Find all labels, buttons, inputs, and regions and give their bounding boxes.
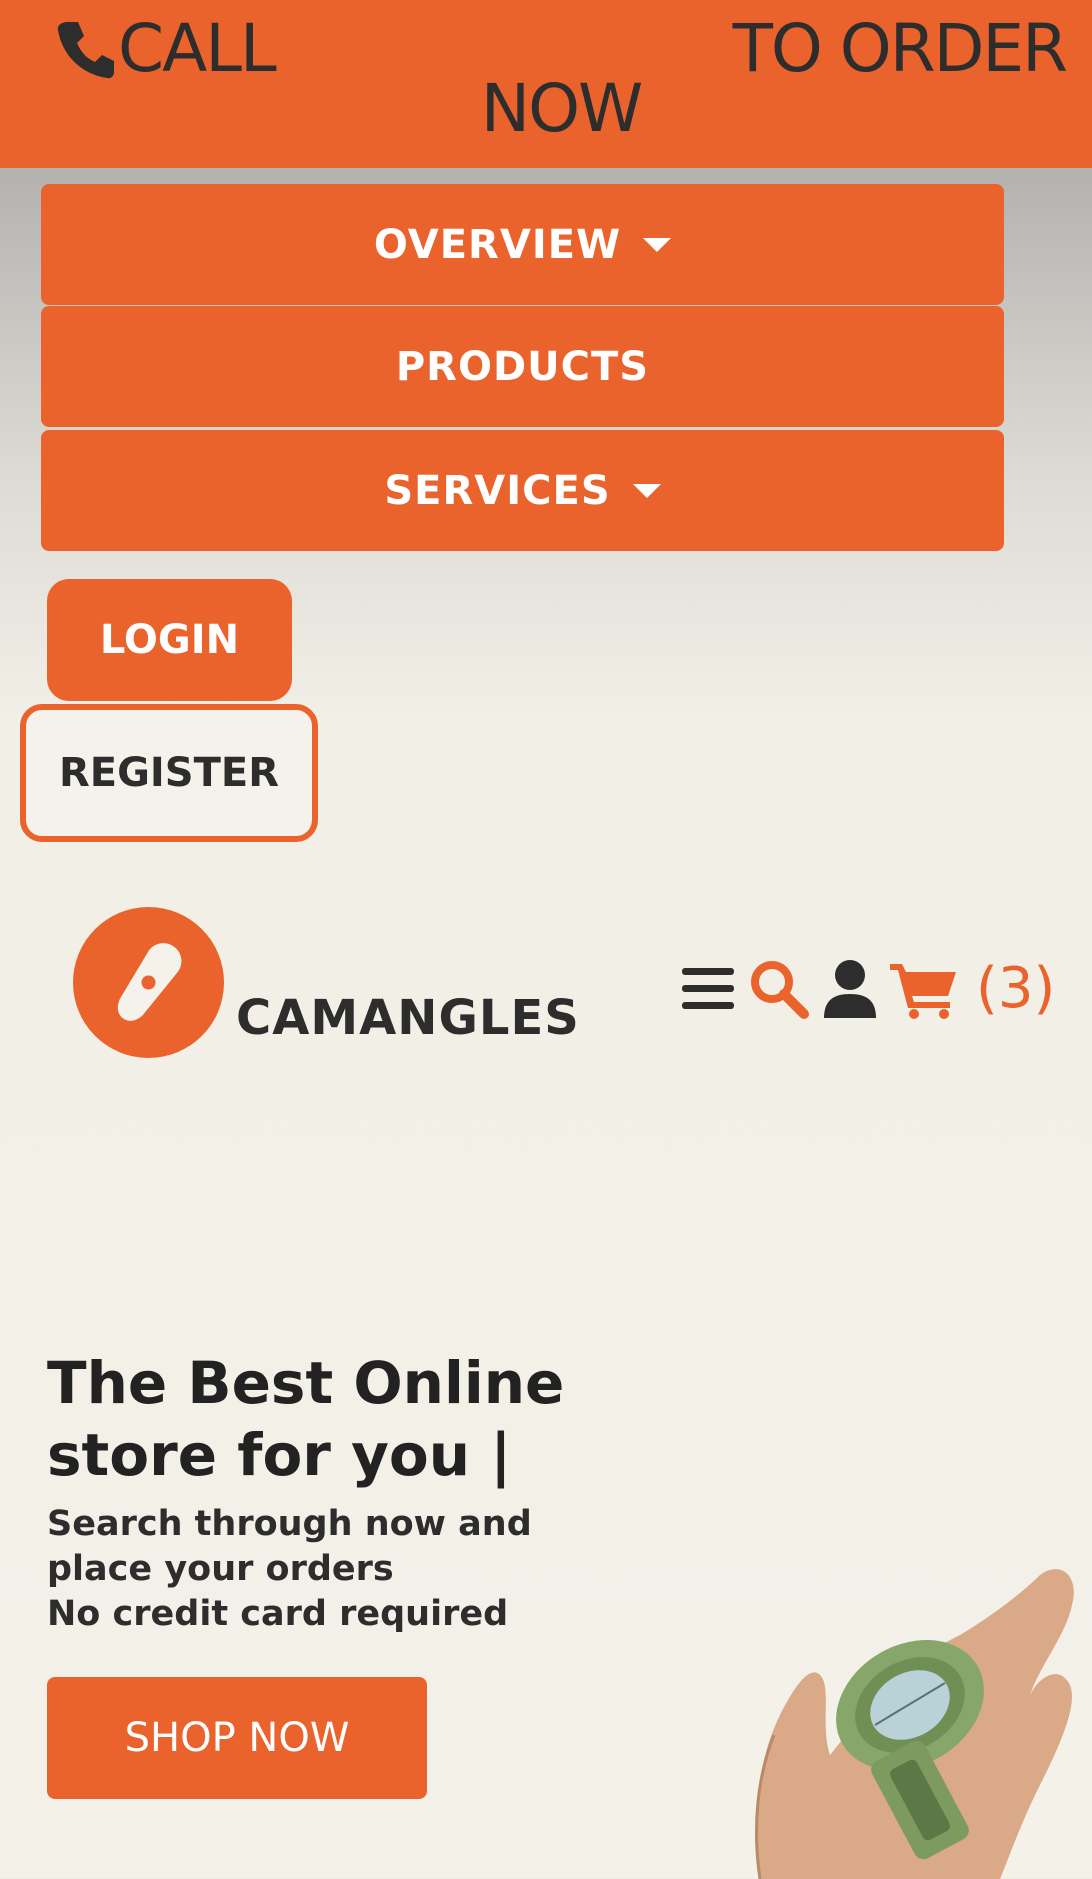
hand-compass-image <box>754 1569 1074 1879</box>
user-icon[interactable] <box>822 958 878 1020</box>
cart-icon[interactable] <box>888 958 960 1020</box>
hero-subtitle: Search through now and place your orders… <box>47 1502 567 1637</box>
brand-logo[interactable] <box>73 907 224 1058</box>
nav-item-overview[interactable]: OVERVIEW <box>41 184 1004 305</box>
login-label: LOGIN <box>99 617 240 663</box>
compass-icon <box>117 943 182 1021</box>
hero-subtitle-line: Search through now and place your orders <box>47 1504 532 1589</box>
nav-item-label: PRODUCTS <box>395 343 650 390</box>
search-icon[interactable] <box>748 958 810 1020</box>
register-button[interactable]: REGISTER <box>20 704 318 842</box>
hero-title: The Best Online store for you | <box>47 1349 565 1489</box>
nav-item-services[interactable]: SERVICES <box>41 430 1004 551</box>
caret-down-icon <box>632 483 661 498</box>
login-button[interactable]: LOGIN <box>47 579 292 701</box>
nav-item-label: OVERVIEW <box>373 221 622 268</box>
call-banner[interactable]: CALL TO ORDER NOW <box>0 0 1092 168</box>
nav-item-label: SERVICES <box>384 467 611 514</box>
hero-subtitle-line: No credit card required <box>47 1594 509 1634</box>
shop-now-label: SHOP NOW <box>124 1715 350 1761</box>
shop-now-button[interactable]: SHOP NOW <box>47 1677 427 1799</box>
menu-icon[interactable] <box>680 958 736 1020</box>
register-label: REGISTER <box>58 750 280 796</box>
caret-down-icon <box>643 237 672 252</box>
brand-name: CAMANGLES <box>236 990 580 1046</box>
now-label: NOW <box>480 70 644 147</box>
nav-item-products[interactable]: PRODUCTS <box>41 306 1004 427</box>
cart-count: (3) <box>976 956 1056 1021</box>
